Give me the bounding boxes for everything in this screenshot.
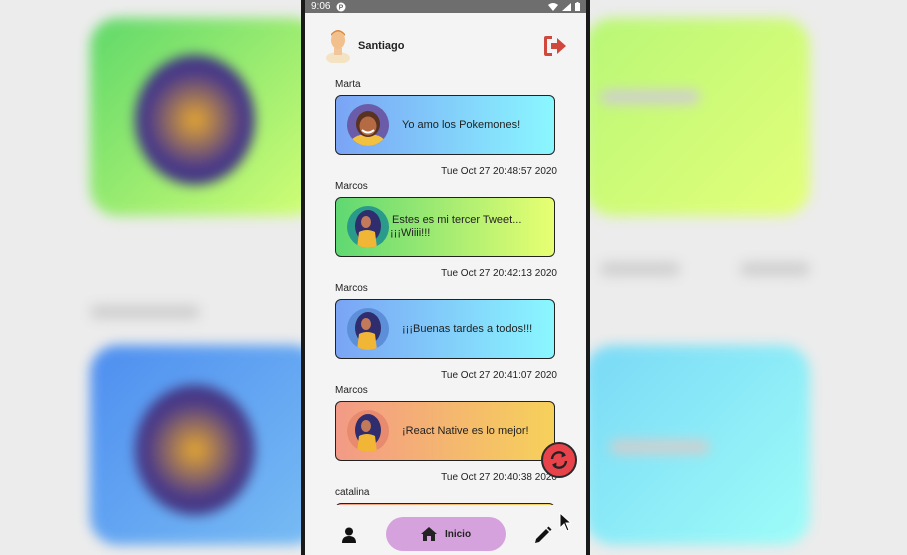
wifi-icon — [548, 2, 558, 11]
refresh-icon — [550, 451, 568, 469]
signal-icon — [562, 2, 571, 11]
post-author: Marcos — [335, 385, 368, 396]
app-notification-icon: P — [336, 2, 346, 11]
author-avatar — [347, 104, 389, 146]
post-message: ¡¡¡Buenas tardes a todos!!! — [402, 322, 533, 335]
phone-frame: 9:06 P Santiago Marta Yo amo los Pokemon… — [301, 0, 590, 555]
post-message: ¡React Native es lo mejor! — [402, 424, 529, 437]
user-avatar — [326, 30, 350, 63]
refresh-button[interactable] — [541, 442, 577, 478]
post-date: Tue Oct 27 20:40:38 2020 — [441, 472, 557, 483]
status-time: 9:06 — [311, 1, 331, 12]
app-screen: 9:06 P Santiago Marta Yo amo los Pokemon… — [305, 0, 586, 555]
home-tab[interactable]: Inicio — [386, 517, 506, 551]
mouse-cursor-icon — [559, 512, 573, 532]
author-avatar — [347, 206, 389, 248]
home-icon — [420, 527, 437, 541]
post-author: catalina — [335, 487, 370, 498]
post-card[interactable]: ¡¡¡Buenas tardes a todos!!! — [335, 299, 555, 359]
home-tab-label: Inicio — [444, 528, 472, 540]
user-icon[interactable] — [341, 527, 357, 543]
author-avatar — [347, 308, 389, 350]
logout-icon[interactable] — [542, 35, 568, 57]
post-message: Estes es mi tercer Tweet... ¡¡¡Wiiii!!! — [390, 214, 522, 239]
tweet-feed[interactable]: Marta Yo amo los Pokemones! Tue Oct 27 2… — [305, 75, 586, 505]
post-date: Tue Oct 27 20:48:57 2020 — [441, 166, 557, 177]
app-header: Santiago — [305, 13, 586, 75]
bottom-navigation: Inicio — [305, 505, 586, 555]
pencil-icon[interactable] — [534, 526, 552, 544]
post-message: Yo amo los Pokemones! — [402, 118, 521, 131]
post-author: Marcos — [335, 283, 368, 294]
post-author: Marta — [335, 79, 361, 90]
username: Santiago — [358, 40, 405, 52]
svg-text:P: P — [339, 4, 344, 11]
post-date: Tue Oct 27 20:41:07 2020 — [441, 370, 557, 381]
author-avatar — [347, 410, 389, 452]
post-card[interactable]: Estes es mi tercer Tweet... ¡¡¡Wiiii!!! — [335, 197, 555, 257]
post-date: Tue Oct 27 20:42:13 2020 — [441, 268, 557, 279]
post-card[interactable]: Yo amo los Pokemones! — [335, 95, 555, 155]
post-author: Marcos — [335, 181, 368, 192]
battery-icon — [575, 2, 580, 11]
status-bar: 9:06 P — [305, 0, 586, 13]
post-card[interactable]: ¡React Native es lo mejor! — [335, 401, 555, 461]
